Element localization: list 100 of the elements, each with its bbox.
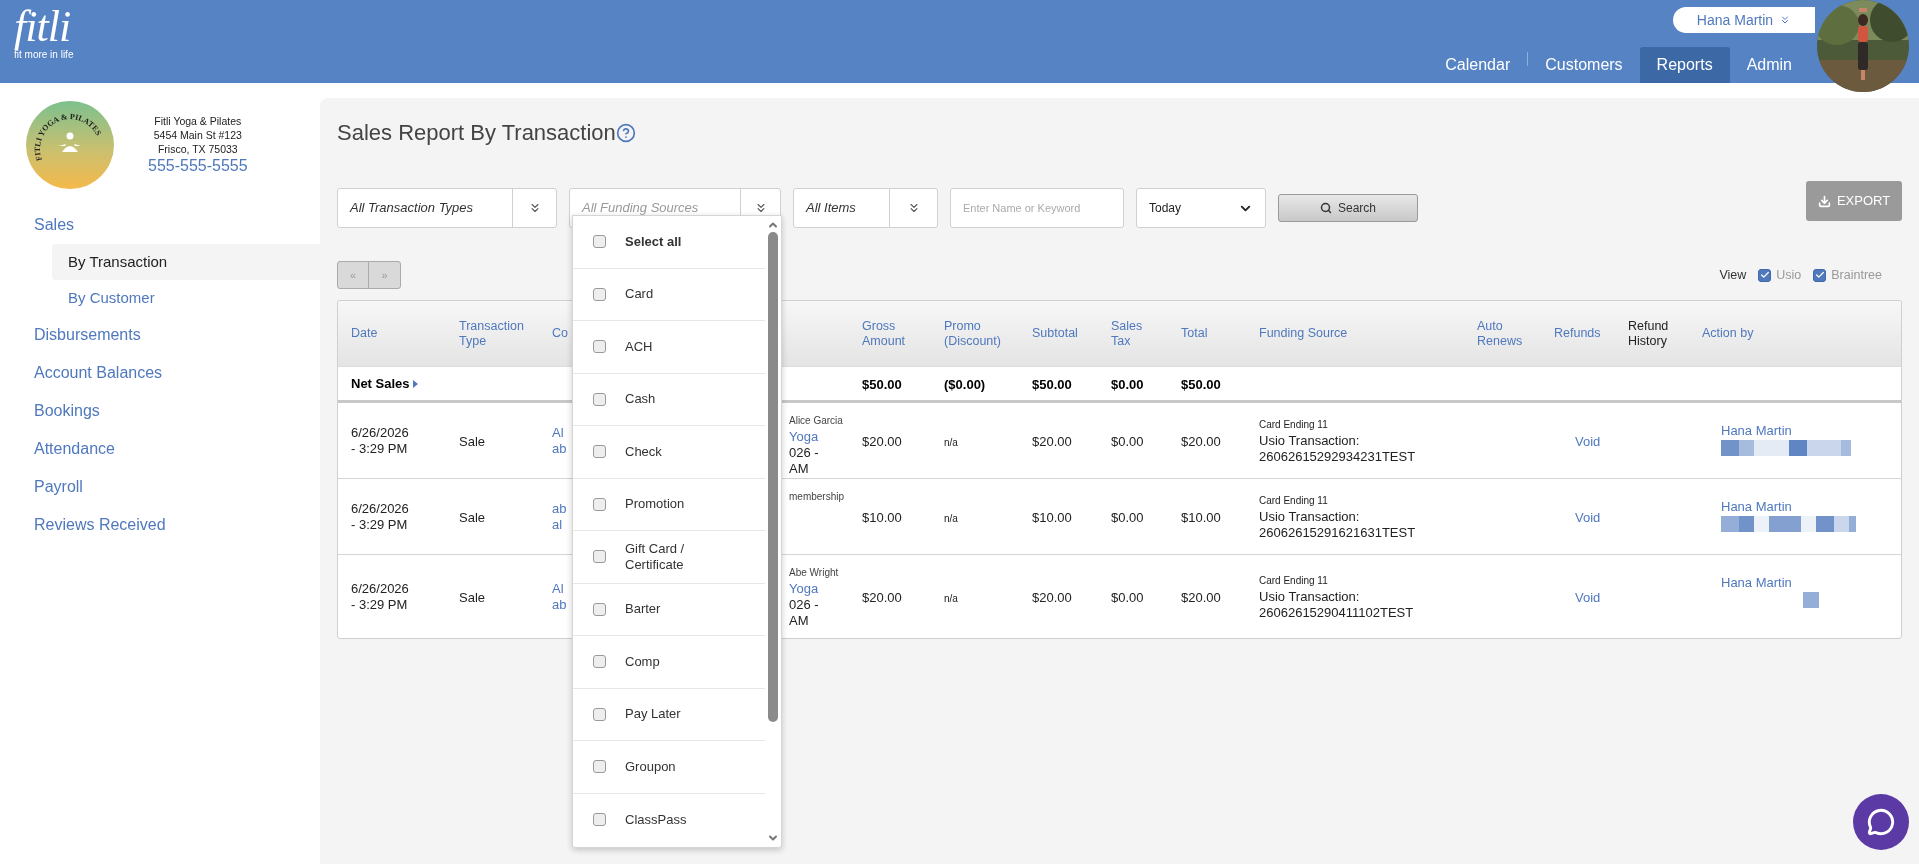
checkbox[interactable] [592,235,606,249]
customer-link[interactable]: Al [552,424,564,441]
column-header[interactable]: Subtotal [1032,326,1098,341]
brand-tagline: fit more in life [14,50,74,60]
help-icon[interactable] [615,122,636,143]
type-text: Sale [459,433,486,449]
checkbox[interactable] [1813,268,1827,282]
user-menu[interactable]: Hana Martin [1673,7,1815,33]
sidebar-item[interactable]: Attendance [0,430,320,468]
item-text: Abe Wright [789,566,839,580]
keyword-field[interactable]: Enter Name or Keyword [950,188,1124,228]
column-header[interactable]: Action by [1702,326,1901,341]
items-select[interactable]: All Items [793,188,938,228]
void-link[interactable]: Void [1575,433,1601,449]
search-icon [1320,202,1332,214]
checkbox[interactable] [592,602,606,616]
sidebar-item[interactable]: Bookings [0,392,320,430]
total-amount: $20.00 [1181,433,1221,449]
column-header[interactable]: Sales Tax [1111,318,1168,349]
dropdown-option[interactable]: Groupon [573,741,765,794]
checkbox[interactable] [592,813,606,826]
sidebar-subitem[interactable]: By Transaction [52,244,320,280]
net-promo: ($0.00) [944,376,986,392]
column-header[interactable]: Total [1181,326,1246,341]
studio-name: Fitli Yoga & Pilates [154,115,242,128]
nav-tab[interactable]: Calendar [1428,47,1528,83]
checkbox[interactable] [592,497,606,511]
void-link[interactable]: Void [1575,509,1601,525]
item-text: AM [789,613,809,629]
item-link[interactable]: Yoga [789,429,819,445]
checkbox[interactable] [592,707,606,721]
period-select[interactable]: Today [1136,188,1266,228]
sidebar-item[interactable]: Disbursements [0,316,320,354]
dropdown-option[interactable]: Cash [573,373,765,426]
sidebar-item[interactable]: Reviews Received [0,506,320,544]
dropdown-option[interactable]: Check [573,426,765,479]
studio-address: 5454 Main St #123 [153,128,242,142]
scrollbar-thumb[interactable] [768,232,778,722]
dropdown-option[interactable]: ACH [573,321,765,374]
page-title: Sales Report By Transaction [337,119,616,147]
item-text: 026 - [789,597,819,613]
checkbox[interactable] [592,655,606,669]
nav-tab[interactable]: Reports [1639,47,1730,83]
dropdown-option[interactable]: Promotion [573,478,765,531]
gross-amount: $20.00 [862,589,902,605]
sidebar-item[interactable]: Sales [0,206,320,244]
checkbox[interactable] [592,287,606,301]
search-button[interactable]: Search [1278,194,1418,222]
dropdown-option[interactable]: Comp [573,636,765,689]
nav-tab[interactable]: Admin [1729,47,1809,83]
date-text: - 3:29 PM [351,596,408,613]
transaction-label: Usio Transaction: [1259,508,1360,525]
view-label: View [1719,266,1747,284]
checkbox[interactable] [1758,268,1772,282]
checkbox[interactable] [592,340,606,354]
dropdown-option[interactable]: Barter [573,583,765,636]
column-header[interactable]: Refunds [1554,326,1615,341]
item-text: AM [789,461,809,477]
transaction-type-select[interactable]: All Transaction Types [337,188,557,228]
sidebar-subitem[interactable]: By Customer [52,280,320,316]
sidebar-item[interactable]: Account Balances [0,354,320,392]
checkbox[interactable] [592,760,606,774]
checkbox[interactable] [592,550,606,564]
action-by-link[interactable]: Hana Martin [1721,423,1792,439]
net-total: $50.00 [1181,376,1221,392]
action-by-link[interactable]: Hana Martin [1721,575,1792,591]
column-header[interactable]: Promo (Discount) [944,318,1019,349]
option-label: ClassPass [625,811,688,828]
item-link[interactable]: Yoga [789,581,819,597]
customer-link[interactable]: ab [552,500,567,517]
select-value: All Transaction Types [348,199,475,218]
action-by-link[interactable]: Hana Martin [1721,499,1792,515]
redacted-drawing [1803,592,1819,608]
column-header[interactable]: Transaction Type [459,318,546,349]
gross-amount: $10.00 [862,509,902,525]
dropdown-option[interactable]: Gift Card / Certificate [573,531,765,584]
dropdown-option[interactable]: Select all [573,216,765,269]
expand-icon[interactable] [412,379,418,388]
column-header[interactable]: Funding Source [1259,326,1464,341]
void-link[interactable]: Void [1575,589,1601,605]
column-header[interactable]: Gross Amount [862,318,931,349]
date-text: 6/26/2026 [351,580,409,597]
dropdown-option[interactable]: Pay Later [573,688,765,741]
date-text: 6/26/2026 [351,500,409,517]
checkbox[interactable] [592,445,606,459]
customer-link[interactable]: ab [552,440,567,457]
customer-link[interactable]: Al [552,580,564,597]
select-value: All Items [804,199,857,218]
sidebar-item[interactable]: Payroll [0,468,320,506]
nav-tab[interactable]: Customers [1528,47,1640,83]
customer-link[interactable]: ab [552,596,567,613]
option-label: Barter [625,601,662,618]
dropdown-option[interactable]: Card [573,268,765,321]
column-header[interactable]: Auto Renews [1477,318,1541,349]
item-text: membership [789,490,845,504]
column-header[interactable]: Date [351,326,446,341]
dropdown-option[interactable]: ClassPass [573,793,765,846]
checkbox[interactable] [592,392,606,406]
customer-link[interactable]: al [552,516,563,533]
studio-phone[interactable]: 555-555-5555 [148,157,248,175]
